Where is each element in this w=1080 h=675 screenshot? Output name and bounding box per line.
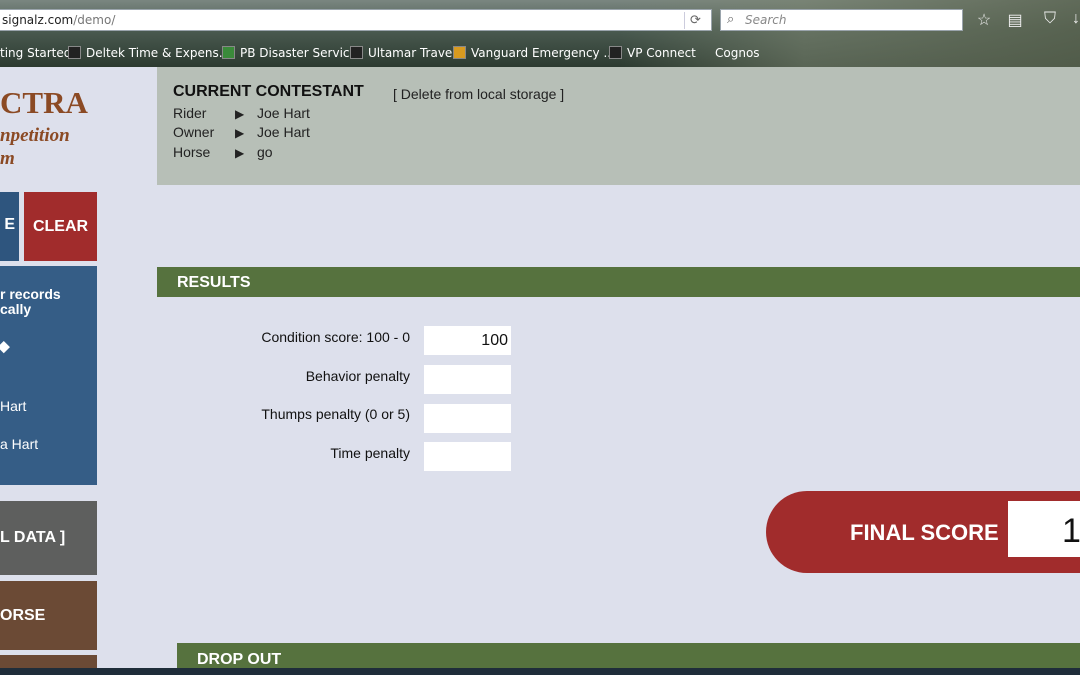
arrow-icon: ◆: [0, 338, 10, 355]
bookmark-icon: [68, 46, 81, 59]
bookmark-vp-connect[interactable]: VP Connect: [609, 46, 696, 60]
address-bar[interactable]: signalz.com/demo/: [0, 9, 712, 31]
current-contestant-panel: CURRENT CONTESTANT [ Delete from local s…: [157, 67, 1080, 185]
contestant-row-horse: Horse ▶ go: [173, 144, 273, 160]
delete-local-storage-link[interactable]: [ Delete from local storage ]: [393, 86, 564, 102]
bookmark-vanguard[interactable]: Vanguard Emergency ...: [453, 46, 615, 60]
behavior-penalty-label: Behavior penalty: [305, 368, 410, 384]
play-triangle-icon: ▶: [235, 107, 245, 121]
bookmarks-bar: ting Started Deltek Time & Expens... PB …: [0, 42, 1080, 64]
save-button[interactable]: E: [0, 192, 19, 261]
play-triangle-icon: ▶: [235, 146, 245, 160]
bookmark-icon: [350, 46, 363, 59]
search-icon: ⌕: [727, 12, 735, 27]
logo-subtitle-2: m: [0, 148, 15, 169]
leaf-icon: [222, 46, 235, 59]
behavior-penalty-input[interactable]: [424, 365, 511, 394]
bookmark-pb-disaster[interactable]: PB Disaster Services: [222, 46, 363, 60]
os-taskbar: [0, 668, 1080, 675]
search-input[interactable]: ⌕ Search: [720, 9, 963, 31]
contestant-row-owner: Owner ▶ Joe Hart: [173, 124, 310, 140]
records-heading-2: cally: [0, 301, 32, 317]
contestant-value: Joe Hart: [257, 124, 310, 140]
bookmark-deltek[interactable]: Deltek Time & Expens...: [68, 46, 230, 60]
records-heading: r records: [0, 286, 61, 302]
reader-list-icon[interactable]: ▤: [1005, 10, 1025, 30]
time-penalty-label: Time penalty: [330, 445, 410, 461]
logo: CTRA npetition m: [0, 67, 157, 182]
condition-score-input[interactable]: [424, 326, 511, 355]
logo-subtitle: npetition: [0, 125, 70, 146]
logo-title: CTRA: [0, 85, 88, 120]
contestant-value: go: [257, 144, 273, 160]
contestant-value: Joe Hart: [257, 105, 310, 121]
contestant-label: Owner: [173, 124, 215, 140]
vanguard-icon: [453, 46, 466, 59]
bookmark-getting-started[interactable]: ting Started: [0, 46, 71, 60]
pocket-icon[interactable]: ⛉: [1040, 10, 1060, 30]
bookmark-icon: [697, 46, 710, 59]
url-domain: signalz.com: [2, 13, 74, 27]
thumps-penalty-label: Thumps penalty (0 or 5): [261, 406, 410, 422]
search-placeholder: Search: [745, 13, 787, 27]
clear-button[interactable]: CLEAR: [24, 192, 97, 261]
time-penalty-input[interactable]: [424, 442, 511, 471]
contestant-label: Horse: [173, 144, 211, 160]
results-header: RESULTS: [157, 267, 1080, 297]
contestant-row-rider: Rider ▶ Joe Hart: [173, 105, 310, 121]
horse-button[interactable]: ORSE: [0, 581, 97, 650]
all-data-button[interactable]: L DATA ]: [0, 501, 97, 575]
contestant-label: Rider: [173, 105, 207, 121]
url-path: /demo/: [73, 13, 116, 27]
record-item[interactable]: a Hart: [0, 436, 38, 452]
contestant-title: CURRENT CONTESTANT: [173, 83, 364, 100]
bookmark-cognos[interactable]: Cognos: [697, 46, 760, 60]
final-score-banner: FINAL SCORE 1: [766, 491, 1080, 573]
thumps-penalty-input[interactable]: [424, 404, 511, 433]
play-triangle-icon: ▶: [235, 126, 245, 140]
final-score-label: FINAL SCORE: [850, 520, 999, 545]
final-score-value: 1: [1008, 501, 1080, 557]
bookmark-star-icon[interactable]: ☆: [974, 10, 994, 30]
condition-score-label: Condition score: 100 - 0: [261, 329, 410, 345]
records-panel: r records cally ◆ Hart a Hart: [0, 266, 97, 485]
download-icon[interactable]: ↓: [1066, 10, 1080, 30]
reload-icon[interactable]: ⟳: [684, 12, 706, 29]
bookmark-ultamar[interactable]: Ultamar Travel: [350, 46, 456, 60]
bookmark-icon: [609, 46, 622, 59]
record-item[interactable]: Hart: [0, 398, 26, 414]
browser-toolbar: signalz.com/demo/ ⟳ ⌕ Search ☆ ▤ ⛉ ↓ tin…: [0, 0, 1080, 67]
